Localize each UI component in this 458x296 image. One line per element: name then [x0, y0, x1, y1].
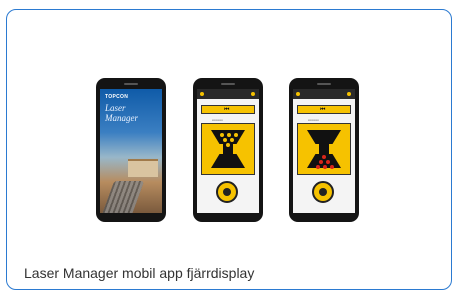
pipe-illustration: [101, 181, 145, 213]
splash-screen: TOPCON Laser Manager: [100, 89, 162, 213]
led-indicator: [220, 133, 224, 137]
led-indicator: [330, 165, 334, 169]
indicator-top-shape: [307, 130, 341, 144]
led-indicator: [322, 155, 326, 159]
led-indicator: [323, 165, 327, 169]
phone-control-2: ⏮ ▪▪▪▪▪▪▪▪▪▪: [289, 78, 359, 222]
app-title-line1: Laser: [105, 103, 126, 113]
phone-splash: TOPCON Laser Manager: [96, 78, 166, 222]
laser-button[interactable]: [216, 181, 238, 203]
laser-icon: [223, 188, 231, 196]
indicator-neck: [319, 143, 329, 155]
phone-speaker: [221, 83, 235, 85]
laser-icon: [319, 188, 327, 196]
app-title: Laser Manager: [105, 103, 138, 123]
phone-speaker: [317, 83, 331, 85]
led-indicator: [230, 138, 234, 142]
settings-icon[interactable]: [347, 92, 351, 96]
skip-icon: ⏮: [320, 106, 326, 113]
image-caption: Laser Manager mobil app fjärrdisplay: [24, 265, 255, 281]
app-title-line2: Manager: [105, 113, 138, 123]
status-label: ▪▪▪▪▪▪▪▪▪▪: [212, 118, 223, 122]
settings-icon[interactable]: [251, 92, 255, 96]
led-indicator: [226, 143, 230, 147]
grade-indicator-panel: [297, 123, 351, 175]
control-screen-1: ⏮ ▪▪▪▪▪▪▪▪▪▪: [197, 89, 259, 213]
status-bar: [197, 89, 259, 99]
led-indicator: [316, 165, 320, 169]
phone-control-1: ⏮ ▪▪▪▪▪▪▪▪▪▪: [193, 78, 263, 222]
menu-icon[interactable]: [296, 92, 300, 96]
building-illustration: [128, 159, 158, 177]
skip-button[interactable]: ⏮: [201, 105, 255, 114]
led-indicator: [227, 133, 231, 137]
led-indicator: [319, 160, 323, 164]
menu-icon[interactable]: [200, 92, 204, 96]
phone-speaker: [124, 83, 138, 85]
led-indicator: [223, 138, 227, 142]
grade-indicator-panel: [201, 123, 255, 175]
led-indicator: [326, 160, 330, 164]
brand-logo: TOPCON: [105, 94, 129, 100]
skip-icon: ⏮: [224, 106, 230, 113]
status-bar: [293, 89, 355, 99]
skip-button[interactable]: ⏮: [297, 105, 351, 114]
indicator-bottom-shape: [211, 154, 245, 168]
status-label: ▪▪▪▪▪▪▪▪▪▪: [308, 118, 319, 122]
laser-button[interactable]: [312, 181, 334, 203]
led-indicator: [234, 133, 238, 137]
control-screen-2: ⏮ ▪▪▪▪▪▪▪▪▪▪: [293, 89, 355, 213]
